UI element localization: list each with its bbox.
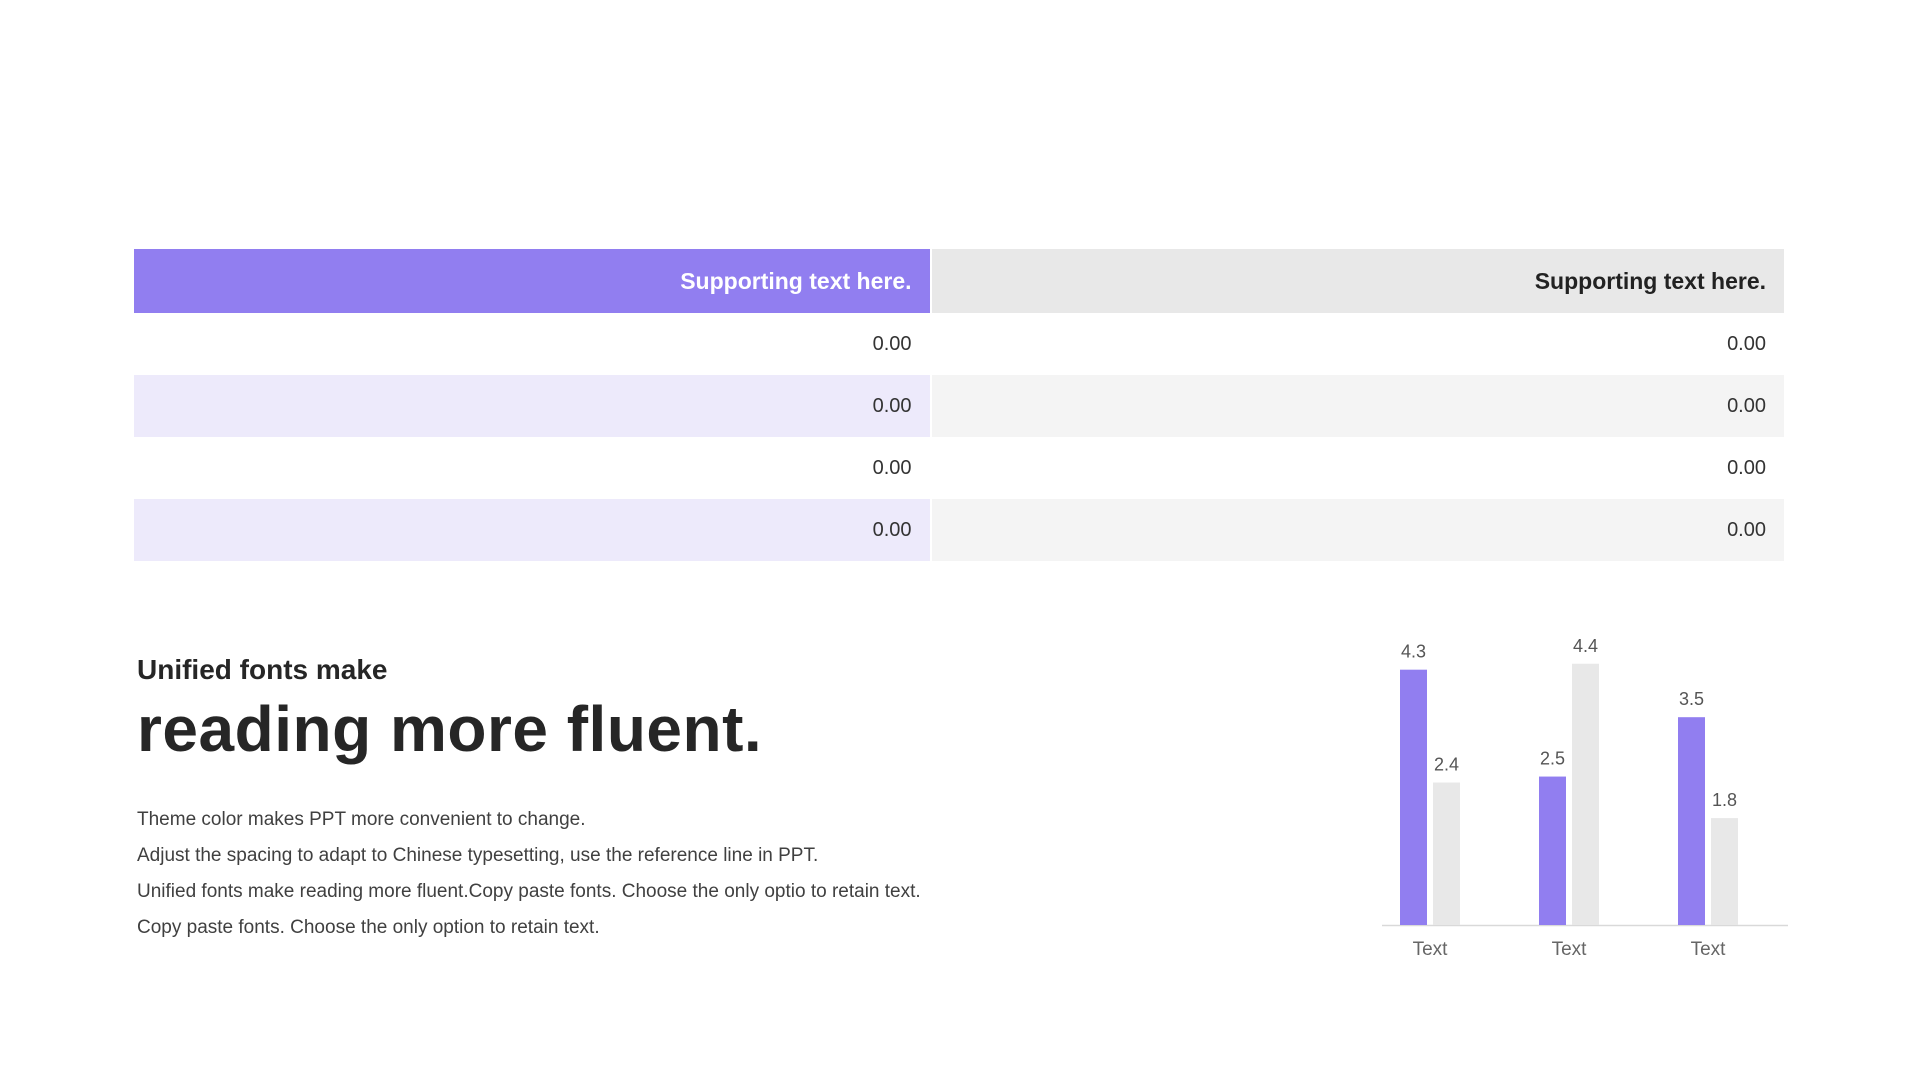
data-label: 4.4	[1573, 636, 1598, 656]
table-cell: 0.00	[872, 332, 912, 355]
bar-chart-svg: 4.3 2.4 Text 2.5 4.4 Text 3.5 1.8 Text	[1382, 636, 1788, 960]
table-cell: 0.00	[872, 456, 912, 479]
table-row: 0.00 0.00	[134, 499, 1784, 561]
body-line: Copy paste fonts. Choose the only option…	[137, 917, 600, 938]
table-cell: 0.00	[931, 499, 1784, 561]
bar	[1433, 782, 1460, 925]
x-tick-label: Text	[1691, 939, 1727, 960]
body-line: Unified fonts make reading more fluent.C…	[137, 881, 921, 902]
x-tick-label: Text	[1552, 939, 1588, 960]
table-cell: 0.00	[134, 375, 930, 437]
data-label: 3.5	[1679, 689, 1704, 709]
subtitle: Unified fonts make	[137, 654, 388, 685]
table-cell: 0.00	[134, 499, 930, 561]
data-label: 4.3	[1401, 642, 1426, 662]
data-label: 2.5	[1540, 749, 1565, 769]
bar	[1539, 776, 1566, 925]
table-row: 0.00 0.00	[134, 313, 1784, 375]
data-label: 1.8	[1712, 790, 1737, 810]
table-cell: 0.00	[1727, 332, 1766, 355]
table-header-cell: Supporting text here.	[134, 249, 930, 313]
x-tick-label: Text	[1413, 939, 1449, 960]
bar	[1711, 818, 1738, 925]
bar-chart: 4.3 2.4 Text 2.5 4.4 Text 3.5 1.8 Text	[1370, 610, 1790, 970]
headline: reading more fluent.	[137, 693, 763, 765]
table-row: 0.00 0.00	[134, 437, 1784, 499]
table-header-cell: Supporting text here.	[931, 249, 1784, 313]
body-line: Adjust the spacing to adapt to Chinese t…	[137, 845, 819, 866]
data-label: 2.4	[1434, 755, 1459, 775]
table-row: 0.00 0.00	[134, 375, 1784, 437]
bar	[1400, 669, 1427, 925]
bar	[1572, 663, 1599, 925]
data-table: Supporting text here. Supporting text he…	[134, 249, 1784, 561]
bar	[1678, 717, 1705, 925]
table-cell: 0.00	[1727, 456, 1766, 479]
body-line: Theme color makes PPT more convenient to…	[137, 809, 586, 830]
table-cell: 0.00	[931, 375, 1784, 437]
table-header-row: Supporting text here. Supporting text he…	[134, 249, 1784, 313]
body-text: Theme color makes PPT more convenient to…	[137, 802, 921, 946]
